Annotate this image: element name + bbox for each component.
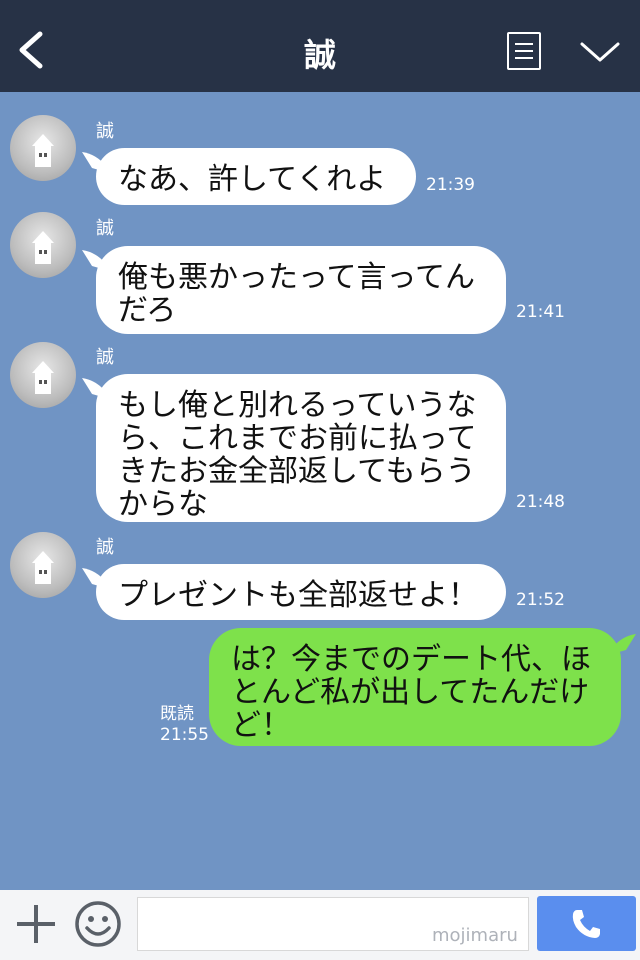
- avatar[interactable]: [10, 532, 76, 598]
- message-text: は？今までのデート代、ほ: [231, 642, 591, 677]
- message-time: 21:41: [516, 302, 565, 322]
- message-bubble[interactable]: 俺も悪かったって言ってん だろ: [96, 246, 506, 334]
- message-time: 21:55: [160, 725, 209, 745]
- smile-icon[interactable]: [74, 900, 122, 948]
- house-icon: [32, 134, 54, 167]
- sender-name: 誠: [96, 121, 114, 142]
- message-text: からな: [118, 487, 208, 522]
- message-bubble[interactable]: もし俺と別れるっていうな ら、これまでお前に払って きたお金全部返してもらう か…: [96, 374, 506, 522]
- message-text: プレゼントも全部返せよ！: [118, 578, 478, 613]
- menu-list-icon[interactable]: [507, 32, 541, 70]
- message-text: 俺も悪かったって言ってん: [118, 260, 475, 295]
- house-icon: [32, 231, 54, 264]
- sender-name: 誠: [96, 347, 114, 368]
- chat-header: 誠: [0, 0, 640, 92]
- watermark: mojimaru: [432, 925, 518, 946]
- message-bubble[interactable]: プレゼントも全部返せよ！: [96, 564, 506, 620]
- message-time: 21:52: [516, 590, 565, 610]
- message-text: ど！: [231, 708, 291, 743]
- read-label: 既読: [160, 704, 194, 724]
- message-time: 21:48: [516, 492, 565, 512]
- avatar[interactable]: [10, 212, 76, 278]
- read-receipt: 既読 21:55: [160, 704, 209, 746]
- message-text: なあ、許してくれよ: [118, 162, 387, 197]
- message-text: ら、これまでお前に払って: [118, 421, 477, 456]
- bubble-tail: [612, 634, 636, 654]
- message-text: だろ: [118, 293, 177, 328]
- message-text: もし俺と別れるっていうな: [118, 388, 477, 423]
- house-icon: [32, 361, 54, 394]
- phone-icon: [572, 910, 600, 938]
- my-message-bubble[interactable]: は？今までのデート代、ほ とんど私が出してたんだけ ど！: [209, 628, 621, 746]
- avatar[interactable]: [10, 342, 76, 408]
- plus-icon[interactable]: [14, 902, 58, 946]
- sender-name: 誠: [96, 218, 114, 239]
- house-icon: [32, 551, 54, 584]
- message-bubble[interactable]: なあ、許してくれよ: [96, 148, 416, 205]
- message-text: とんど私が出してたんだけ: [231, 675, 590, 710]
- sender-name: 誠: [96, 537, 114, 558]
- message-time: 21:39: [426, 175, 475, 195]
- chevron-down-icon[interactable]: [578, 36, 622, 66]
- avatar[interactable]: [10, 115, 76, 181]
- call-button[interactable]: [537, 896, 636, 951]
- message-text: きたお金全部返してもらう: [118, 454, 476, 489]
- chat-title: 誠: [303, 36, 336, 74]
